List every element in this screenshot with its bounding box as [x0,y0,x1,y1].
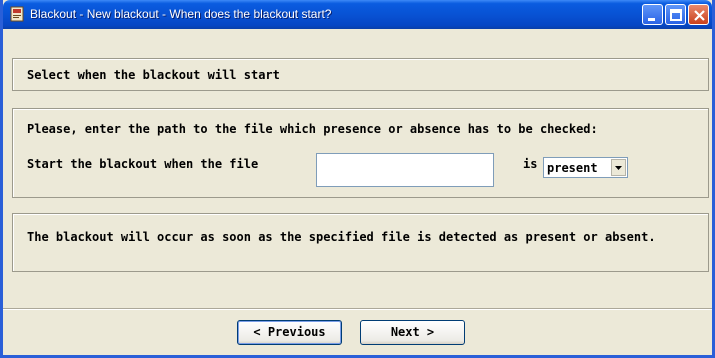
footer-divider-highlight [3,309,712,310]
condition-selected-value: present [547,161,598,175]
start-label: Start the blackout when the file [27,157,259,171]
section-header-panel: Select when the blackout will start [12,58,709,91]
chevron-down-icon[interactable] [611,159,626,176]
file-instruction-text: Please, enter the path to the file which… [27,122,598,136]
condition-select[interactable]: present [543,157,628,178]
maximize-button[interactable] [665,4,686,25]
file-path-input[interactable] [316,153,494,187]
close-button[interactable] [688,4,709,25]
info-text: The blackout will occur as soon as the s… [27,230,656,244]
is-label: is [523,157,538,171]
info-panel: The blackout will occur as soon as the s… [12,213,709,272]
section-header-text: Select when the blackout will start [27,68,280,82]
app-icon [9,6,25,22]
next-button[interactable]: Next > [360,320,465,345]
title-bar[interactable]: Blackout - New blackout - When does the … [3,0,712,29]
file-condition-panel: Please, enter the path to the file which… [12,108,709,198]
previous-button[interactable]: < Previous [237,320,342,345]
dialog-window: Blackout - New blackout - When does the … [0,0,715,358]
window-title: Blackout - New blackout - When does the … [30,7,332,21]
close-icon [694,10,705,21]
minimize-button[interactable] [642,4,663,25]
